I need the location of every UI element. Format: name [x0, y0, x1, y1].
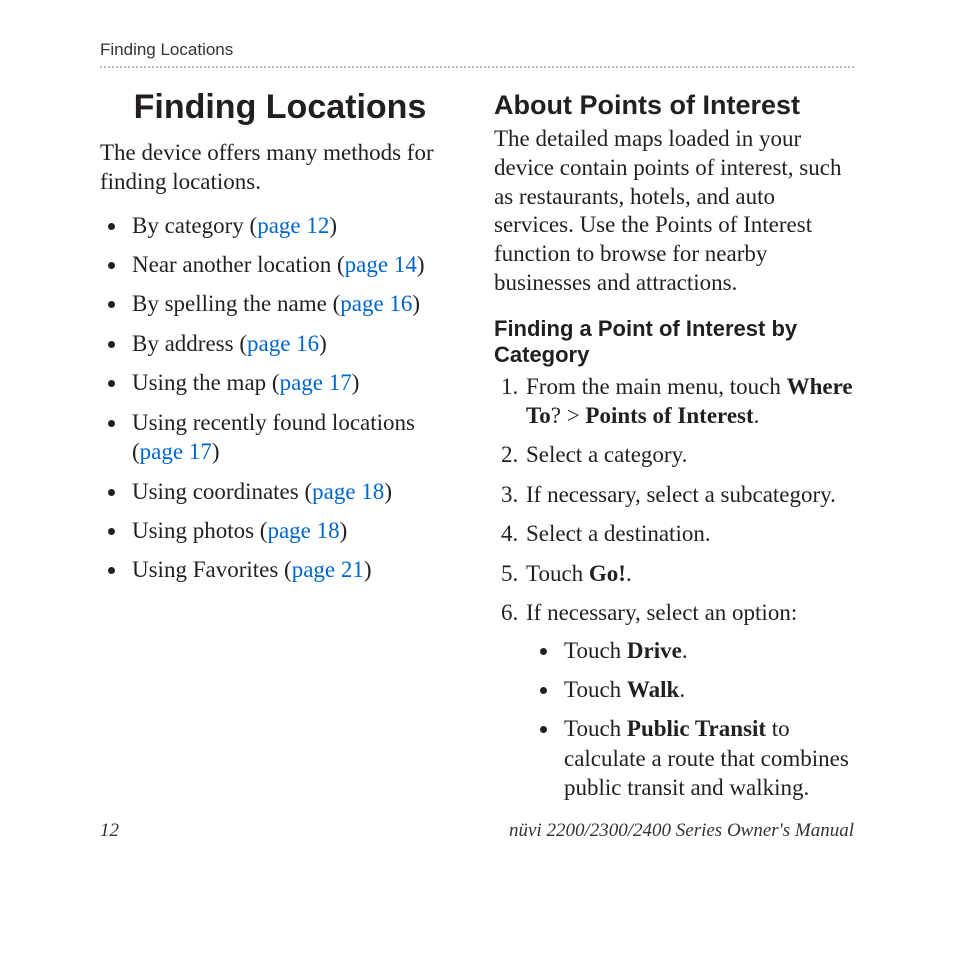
step-text: .	[754, 403, 760, 428]
list-text: )	[364, 557, 372, 582]
page-link[interactable]: page 17	[140, 439, 212, 464]
page-link[interactable]: page 18	[312, 479, 384, 504]
left-column: Finding Locations The device offers many…	[100, 82, 460, 813]
list-item: Using recently found locations (page 17)	[128, 408, 460, 467]
options-list: Touch Drive. Touch Walk. Touch Public Tr…	[526, 636, 854, 803]
list-item: Touch Drive.	[560, 636, 854, 665]
list-text: )	[319, 331, 327, 356]
list-text: By address (	[132, 331, 247, 356]
step-item: If necessary, select an option: Touch Dr…	[524, 598, 854, 803]
step-text: Select a category.	[526, 442, 687, 467]
list-text: )	[412, 291, 420, 316]
list-text: By category (	[132, 213, 257, 238]
step-item: Select a category.	[524, 440, 854, 469]
list-text: )	[340, 518, 348, 543]
list-text: Near another location (	[132, 252, 345, 277]
list-item: Using coordinates (page 18)	[128, 477, 460, 506]
page-link[interactable]: page 14	[345, 252, 417, 277]
step-text: If necessary, select an option:	[526, 600, 797, 625]
step-item: From the main menu, touch Where To? > Po…	[524, 372, 854, 431]
list-text: .	[679, 677, 685, 702]
list-text: .	[682, 638, 688, 663]
list-item: Touch Public Transit to calculate a rout…	[560, 714, 854, 802]
list-item: By address (page 16)	[128, 329, 460, 358]
ui-term: Go!	[589, 561, 626, 586]
ui-term: Points of Interest	[585, 403, 753, 428]
list-item: Using photos (page 18)	[128, 516, 460, 545]
list-text: Using the map (	[132, 370, 280, 395]
ui-term: Drive	[627, 638, 682, 663]
page-link[interactable]: page 12	[257, 213, 329, 238]
list-text: )	[352, 370, 360, 395]
page-title: Finding Locations	[100, 88, 460, 127]
step-item: Touch Go!.	[524, 559, 854, 588]
list-text: )	[329, 213, 337, 238]
list-text: Using photos (	[132, 518, 267, 543]
list-item: Using the map (page 17)	[128, 368, 460, 397]
subsection-heading: Finding a Point of Interest by Category	[494, 316, 854, 368]
list-item: Touch Walk.	[560, 675, 854, 704]
list-text: By spelling the name (	[132, 291, 340, 316]
page-link[interactable]: page 21	[292, 557, 364, 582]
step-item: Select a destination.	[524, 519, 854, 548]
step-text: From the main menu, touch	[526, 374, 787, 399]
ui-term: Public Transit	[627, 716, 766, 741]
page-link[interactable]: page 16	[340, 291, 412, 316]
methods-list: By category (page 12) Near another locat…	[100, 211, 460, 585]
section-heading: About Points of Interest	[494, 90, 854, 121]
step-text: If necessary, select a subcategory.	[526, 482, 836, 507]
intro-paragraph: The device offers many methods for findi…	[100, 139, 460, 197]
list-text: Touch	[564, 677, 627, 702]
list-text: )	[384, 479, 392, 504]
page-link[interactable]: page 18	[267, 518, 339, 543]
right-column: About Points of Interest The detailed ma…	[494, 82, 854, 813]
section-paragraph: The detailed maps loaded in your device …	[494, 125, 854, 298]
page-link[interactable]: page 16	[247, 331, 319, 356]
step-text: Select a destination.	[526, 521, 711, 546]
list-text: )	[212, 439, 220, 464]
list-text: )	[417, 252, 425, 277]
page-number: 12	[100, 820, 119, 842]
list-text: Using coordinates (	[132, 479, 312, 504]
page-footer: 12 nüvi 2200/2300/2400 Series Owner's Ma…	[100, 820, 854, 842]
page-link[interactable]: page 17	[280, 370, 352, 395]
step-text: Touch	[526, 561, 589, 586]
list-text: Touch	[564, 716, 627, 741]
manual-page: Finding Locations Finding Locations The …	[0, 0, 954, 884]
list-text: Using Favorites (	[132, 557, 292, 582]
step-text: ? >	[551, 403, 586, 428]
running-head: Finding Locations	[100, 40, 854, 68]
list-item: Using Favorites (page 21)	[128, 555, 460, 584]
steps-list: From the main menu, touch Where To? > Po…	[494, 372, 854, 803]
two-column-layout: Finding Locations The device offers many…	[100, 82, 854, 813]
manual-title: nüvi 2200/2300/2400 Series Owner's Manua…	[509, 820, 854, 842]
step-item: If necessary, select a subcategory.	[524, 480, 854, 509]
ui-term: Walk	[627, 677, 679, 702]
list-item: By category (page 12)	[128, 211, 460, 240]
list-item: By spelling the name (page 16)	[128, 289, 460, 318]
list-item: Near another location (page 14)	[128, 250, 460, 279]
step-text: .	[626, 561, 632, 586]
list-text: Touch	[564, 638, 627, 663]
